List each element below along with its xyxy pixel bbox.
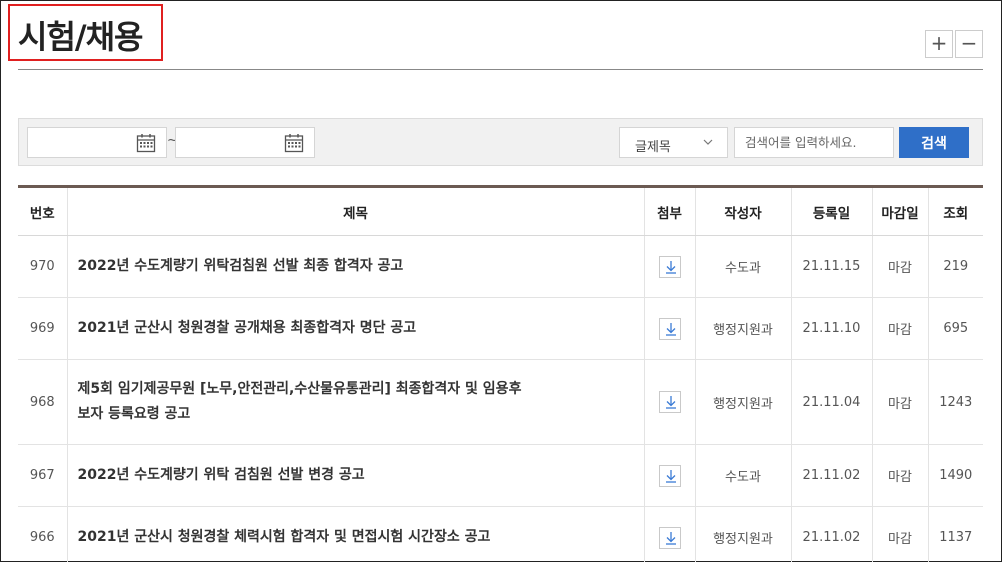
post-title-link[interactable]: 2021년 군산시 청원경찰 체력시험 합격자 및 면접시험 시간장소 공고 <box>67 506 645 562</box>
download-icon[interactable] <box>658 255 681 278</box>
table-header-row: 번호 제목 첨부 작성자 등록일 마감일 조회 <box>18 186 983 236</box>
zoom-out-button[interactable]: − <box>955 30 983 58</box>
column-header-author: 작성자 <box>695 186 792 236</box>
post-number: 970 <box>18 235 68 298</box>
post-number: 969 <box>18 297 68 360</box>
post-title-link[interactable]: 2022년 수도계량기 위탁 검침원 선발 변경 공고 <box>67 444 645 507</box>
post-number: 967 <box>18 444 68 507</box>
post-number: 966 <box>18 506 68 562</box>
post-date: 21.11.10 <box>791 297 873 360</box>
download-icon[interactable] <box>658 526 681 549</box>
post-deadline: 마감 <box>872 359 929 445</box>
post-title-link[interactable]: 2022년 수도계량기 위탁검침원 선발 최종 합격자 공고 <box>67 235 645 298</box>
post-views: 1243 <box>928 359 983 445</box>
column-header-deadline: 마감일 <box>872 186 929 236</box>
post-date: 21.11.02 <box>791 506 873 562</box>
start-date-input[interactable] <box>27 127 167 158</box>
attachment-cell <box>644 235 696 298</box>
calendar-icon[interactable] <box>284 133 304 153</box>
attachment-cell <box>644 506 696 562</box>
download-icon[interactable] <box>658 317 681 340</box>
post-number: 968 <box>18 359 68 445</box>
download-icon[interactable] <box>658 464 681 487</box>
post-author: 수도과 <box>695 235 792 298</box>
post-views: 1490 <box>928 444 983 507</box>
post-author: 행정지원과 <box>695 297 792 360</box>
table-row[interactable]: 969 2021년 군산시 청원경찰 공개채용 최종합격자 명단 공고 행정지원… <box>18 297 983 360</box>
search-field-value: 글제목 <box>635 140 671 155</box>
post-deadline: 마감 <box>872 235 929 298</box>
table-row[interactable]: 966 2021년 군산시 청원경찰 체력시험 합격자 및 면접시험 시간장소 … <box>18 506 983 562</box>
title-divider <box>18 69 983 70</box>
column-header-title: 제목 <box>67 186 645 236</box>
post-date: 21.11.02 <box>791 444 873 507</box>
post-date: 21.11.15 <box>791 235 873 298</box>
search-field-select[interactable]: 글제목 <box>619 127 728 158</box>
table-row[interactable]: 970 2022년 수도계량기 위탁검침원 선발 최종 합격자 공고 수도과 2… <box>18 235 983 298</box>
post-title-link[interactable]: 2021년 군산시 청원경찰 공개채용 최종합격자 명단 공고 <box>67 297 645 360</box>
post-views: 695 <box>928 297 983 360</box>
posts-table: 번호 제목 첨부 작성자 등록일 마감일 조회 970 2022년 수도계량기 … <box>18 185 983 562</box>
post-author: 행정지원과 <box>695 359 792 445</box>
post-deadline: 마감 <box>872 297 929 360</box>
search-button[interactable]: 검색 <box>899 127 969 158</box>
search-input[interactable] <box>734 127 894 158</box>
zoom-in-button[interactable]: + <box>925 30 953 58</box>
post-author: 행정지원과 <box>695 506 792 562</box>
post-views: 1137 <box>928 506 983 562</box>
post-title-line-1: 제5회 임기제공무원 [노무,안전관리,수산물유통관리] 최종합격자 및 임용후 <box>77 381 522 397</box>
post-deadline: 마감 <box>872 506 929 562</box>
search-bar: ~ 글제목 검색 <box>18 118 983 166</box>
column-header-views: 조회 <box>928 186 983 236</box>
column-header-number: 번호 <box>18 186 68 236</box>
post-deadline: 마감 <box>872 444 929 507</box>
post-author: 수도과 <box>695 444 792 507</box>
calendar-icon[interactable] <box>136 133 156 153</box>
attachment-cell <box>644 297 696 360</box>
attachment-cell <box>644 359 696 445</box>
end-date-input[interactable] <box>175 127 315 158</box>
post-title-line-2: 보자 등록요령 공고 <box>77 406 191 422</box>
table-row[interactable]: 968 제5회 임기제공무원 [노무,안전관리,수산물유통관리] 최종합격자 및… <box>18 359 983 445</box>
post-date: 21.11.04 <box>791 359 873 445</box>
attachment-cell <box>644 444 696 507</box>
page-title: 시험/채용 <box>18 18 143 56</box>
chevron-down-icon <box>703 139 713 145</box>
post-title-link[interactable]: 제5회 임기제공무원 [노무,안전관리,수산물유통관리] 최종합격자 및 임용후… <box>67 359 645 445</box>
download-icon[interactable] <box>658 391 681 413</box>
post-views: 219 <box>928 235 983 298</box>
column-header-date: 등록일 <box>791 186 873 236</box>
table-row[interactable]: 967 2022년 수도계량기 위탁 검침원 선발 변경 공고 수도과 21.1… <box>18 444 983 507</box>
column-header-attachment: 첨부 <box>644 186 696 236</box>
